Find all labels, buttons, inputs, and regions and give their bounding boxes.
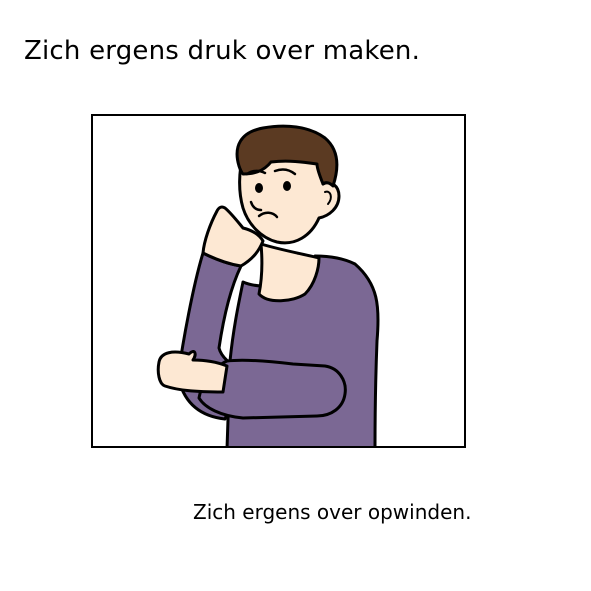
card-title: Zich ergens druk over maken.	[24, 36, 421, 66]
worried-person-icon	[156, 124, 380, 446]
card-caption: Zich ergens over opwinden.	[193, 500, 472, 524]
picture-frame	[91, 114, 466, 448]
